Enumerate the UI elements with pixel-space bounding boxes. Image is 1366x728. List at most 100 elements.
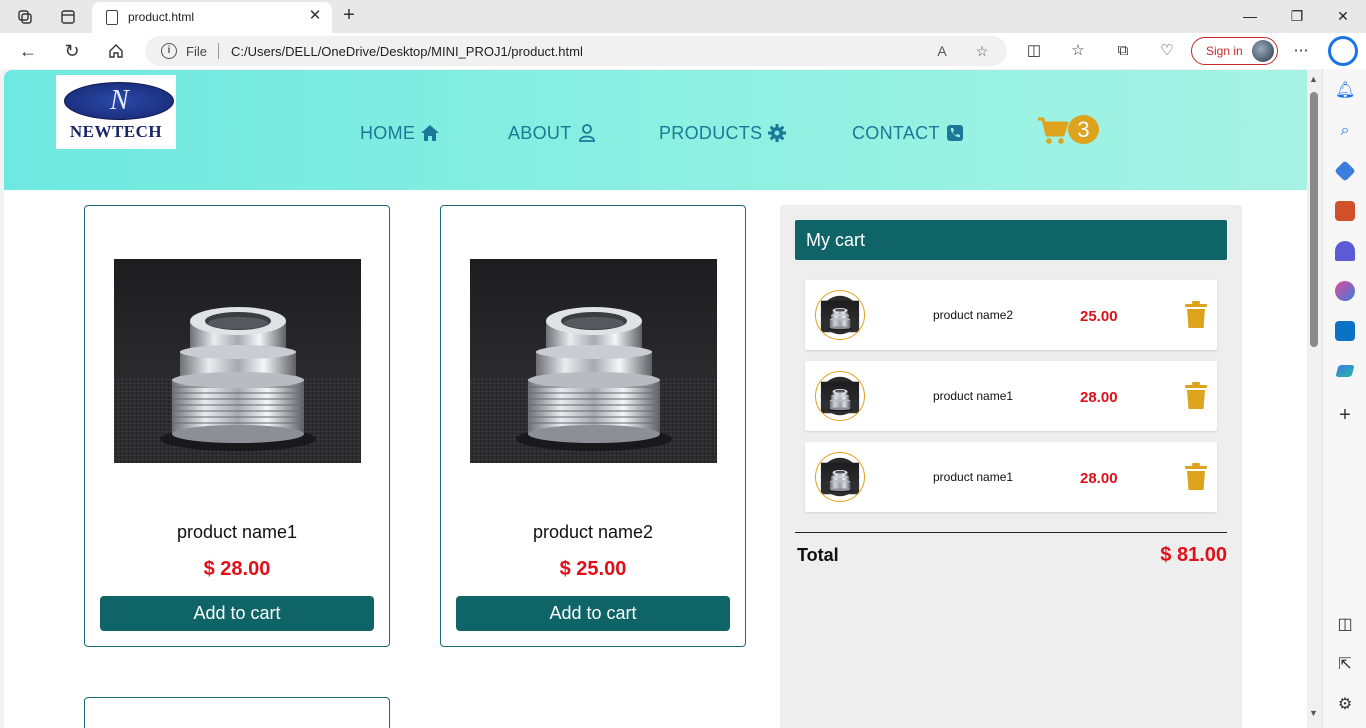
page-viewport: N NEWTECH HOME ABOUT PRODUCTS CONTACT 3 … — [4, 70, 1307, 728]
read-aloud-icon[interactable]: A — [933, 42, 951, 60]
page-scrollbar[interactable]: ▲ ▼ — [1307, 70, 1322, 728]
cart-item: product name2 25.00 — [805, 280, 1217, 350]
home-icon — [421, 125, 440, 141]
refresh-icon[interactable]: ↻ — [60, 40, 84, 62]
minimize-icon[interactable]: — — [1238, 6, 1262, 26]
url-scheme-label: File — [186, 44, 207, 59]
split-screen-icon[interactable]: ◫ — [1024, 41, 1044, 61]
product-card — [84, 697, 390, 728]
cart-item-thumbnail — [815, 452, 865, 502]
notifications-icon[interactable]: 🔔︎ — [1335, 81, 1355, 101]
add-to-cart-button[interactable]: Add to cart — [456, 596, 730, 631]
copilot-icon[interactable] — [1328, 36, 1358, 66]
product-card: product name1 $ 28.00 Add to cart — [84, 205, 390, 647]
product-name: product name1 — [176, 522, 298, 542]
sign-in-button[interactable]: Sign in — [1191, 37, 1278, 65]
add-icon[interactable]: + — [1335, 405, 1355, 425]
cart-item-price: 28.00 — [1080, 389, 1118, 406]
favorites-icon[interactable]: ☆ — [1068, 41, 1088, 61]
cart-panel: My cart product name2 25.00 product name… — [780, 205, 1242, 728]
cart-button[interactable]: 3 — [1037, 114, 1101, 146]
info-icon[interactable]: i — [161, 43, 177, 59]
cart-item: product name1 28.00 — [805, 442, 1217, 512]
site-header: N NEWTECH HOME ABOUT PRODUCTS CONTACT 3 — [4, 70, 1307, 190]
sign-in-label: Sign in — [1206, 44, 1243, 58]
shopping-tag-icon[interactable] — [1334, 160, 1356, 182]
product-image — [470, 259, 717, 463]
nav-products[interactable]: PRODUCTS — [659, 122, 787, 144]
divider — [795, 532, 1227, 533]
tab-title: product.html — [128, 10, 195, 24]
cart-count-badge: 3 — [1068, 115, 1099, 144]
cart-item-thumbnail — [815, 290, 865, 340]
avatar — [1252, 40, 1274, 62]
product-price: $ 25.00 — [559, 558, 627, 580]
cart-total-value: $ 81.00 — [1160, 544, 1227, 566]
cart-item-thumbnail — [815, 371, 865, 421]
url-text[interactable]: C:/Users/DELL/OneDrive/Desktop/MINI_PROJ… — [231, 44, 583, 59]
restore-icon[interactable]: ❐ — [1285, 6, 1309, 26]
cart-item-name: product name1 — [933, 470, 1014, 484]
nav-about-label: ABOUT — [508, 122, 572, 143]
more-options-icon[interactable]: ⋯ — [1291, 41, 1311, 61]
outlook-icon[interactable] — [1335, 321, 1355, 341]
collections-icon[interactable]: ⧉ — [1113, 41, 1133, 61]
logo-wordmark: NEWTECH — [69, 122, 163, 141]
home-browser-icon[interactable] — [104, 40, 128, 62]
add-to-cart-button[interactable]: Add to cart — [100, 596, 374, 631]
logo-emblem: N — [64, 82, 174, 120]
cart-title: My cart — [795, 220, 1227, 260]
browser-toolbar: ← ↻ i File C:/Users/DELL/OneDrive/Deskto… — [0, 33, 1366, 69]
trash-icon[interactable] — [1185, 301, 1207, 329]
tools-icon[interactable] — [1335, 201, 1355, 221]
nav-about[interactable]: ABOUT — [508, 122, 597, 144]
cart-item-price: 28.00 — [1080, 470, 1118, 487]
browser-essentials-icon[interactable]: ♡ — [1157, 41, 1177, 61]
microsoft-365-icon[interactable] — [1335, 281, 1355, 301]
settings-gear-icon[interactable]: ⚙ — [1335, 695, 1355, 715]
product-price: $ 28.00 — [203, 558, 271, 580]
divider — [218, 43, 219, 59]
logo-monogram: N — [110, 85, 129, 116]
product-name: product name2 — [532, 522, 654, 542]
scroll-down-icon[interactable]: ▼ — [1309, 708, 1318, 718]
cart-item-price: 25.00 — [1080, 308, 1118, 325]
browser-tab-active[interactable]: product.html ✕ — [92, 2, 332, 33]
close-tab-icon[interactable]: ✕ — [306, 7, 324, 25]
new-tab-icon[interactable]: + — [338, 5, 360, 27]
file-icon — [106, 10, 118, 25]
site-logo[interactable]: N NEWTECH — [56, 75, 176, 149]
trash-icon[interactable] — [1185, 382, 1207, 410]
address-field[interactable]: i File C:/Users/DELL/OneDrive/Desktop/MI… — [145, 36, 1007, 66]
user-icon — [578, 124, 595, 142]
phone-icon — [946, 125, 963, 141]
cart-item-name: product name1 — [933, 389, 1014, 403]
search-icon[interactable]: ⌕ — [1335, 121, 1355, 141]
nav-products-label: PRODUCTS — [659, 122, 763, 143]
nav-home[interactable]: HOME — [360, 122, 440, 144]
favorite-star-icon[interactable]: ☆ — [973, 42, 991, 60]
tab-actions-icon[interactable] — [57, 6, 79, 28]
scrollbar-thumb[interactable] — [1310, 92, 1318, 347]
gear-icon — [768, 124, 787, 142]
workspaces-icon[interactable] — [14, 6, 36, 28]
sidebar-toggle-icon[interactable]: ◫ — [1335, 615, 1355, 635]
cart-item-name: product name2 — [933, 308, 1014, 322]
scroll-up-icon[interactable]: ▲ — [1309, 74, 1318, 84]
games-icon[interactable] — [1335, 241, 1355, 261]
drop-icon[interactable] — [1335, 365, 1355, 377]
nav-contact[interactable]: CONTACT — [852, 122, 965, 144]
cart-total-label: Total — [797, 545, 839, 565]
back-icon[interactable]: ← — [16, 40, 40, 62]
nav-home-label: HOME — [360, 122, 416, 143]
close-window-icon[interactable]: ✕ — [1331, 6, 1355, 26]
browser-tab-bar: product.html ✕ + — ❐ ✕ — [0, 0, 1366, 33]
edge-sidebar: 🔔︎ ⌕ + ◫ ⇱ ⚙ — [1322, 69, 1366, 728]
trash-icon[interactable] — [1185, 463, 1207, 491]
nav-contact-label: CONTACT — [852, 122, 940, 143]
product-image — [114, 259, 361, 463]
cart-item: product name1 28.00 — [805, 361, 1217, 431]
product-card: product name2 $ 25.00 Add to cart — [440, 205, 746, 647]
open-external-icon[interactable]: ⇱ — [1335, 655, 1355, 675]
shopping-cart-icon — [1038, 117, 1069, 144]
